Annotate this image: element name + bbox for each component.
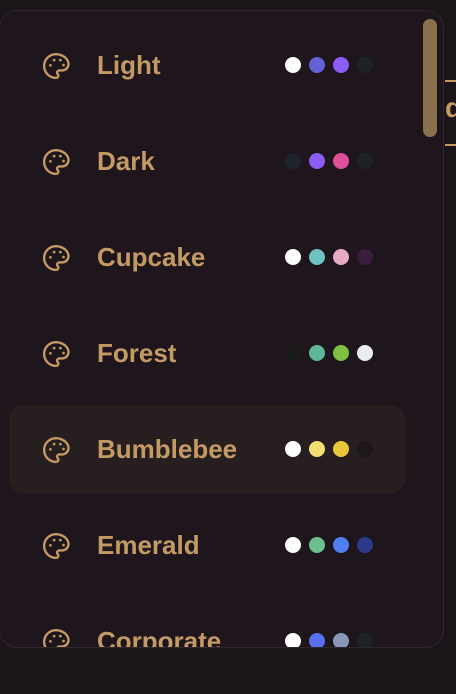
theme-option-dark[interactable]: Dark xyxy=(9,117,405,205)
color-swatch xyxy=(333,537,349,553)
palette-icon xyxy=(41,531,71,561)
color-swatch xyxy=(309,537,325,553)
theme-option-bumblebee[interactable]: Bumblebee xyxy=(9,405,405,493)
background-text: d xyxy=(445,94,456,122)
theme-option-label: Cupcake xyxy=(97,242,206,272)
scrollbar-thumb[interactable] xyxy=(423,19,437,137)
color-swatch xyxy=(285,345,301,361)
color-swatch xyxy=(333,345,349,361)
color-swatch xyxy=(309,249,325,265)
theme-option-label: Emerald xyxy=(97,530,200,560)
color-swatch xyxy=(357,153,373,169)
background-content: d xyxy=(445,80,456,146)
color-swatch xyxy=(357,57,373,73)
theme-option-label: Light xyxy=(97,50,161,80)
color-swatch xyxy=(333,153,349,169)
theme-option-label: Forest xyxy=(97,338,177,368)
palette-icon xyxy=(41,435,71,465)
palette-icon xyxy=(41,243,71,273)
palette-icon xyxy=(41,51,71,81)
theme-dropdown[interactable]: Light Dark Cupcake Forest Bumblebee Emerald Co… xyxy=(0,10,444,648)
color-swatch xyxy=(333,441,349,457)
color-swatch xyxy=(357,537,373,553)
color-swatch xyxy=(285,633,301,647)
palette-icon xyxy=(41,147,71,177)
background-footer xyxy=(0,650,456,694)
color-swatch xyxy=(333,249,349,265)
theme-option-light[interactable]: Light xyxy=(9,21,405,109)
theme-option-label: Dark xyxy=(97,146,155,176)
color-swatch xyxy=(333,633,349,647)
color-swatch xyxy=(309,153,325,169)
screen: d Light Dark Cupcake Forest Bumblebee Emerald… xyxy=(0,0,456,694)
color-swatch xyxy=(285,537,301,553)
color-swatch xyxy=(309,633,325,647)
color-swatch xyxy=(357,441,373,457)
color-swatch xyxy=(285,153,301,169)
palette-icon xyxy=(41,339,71,369)
theme-option-label: Corporate xyxy=(97,626,222,648)
theme-color-swatches xyxy=(285,345,381,361)
color-swatch xyxy=(285,249,301,265)
color-swatch xyxy=(309,57,325,73)
theme-option-cupcake[interactable]: Cupcake xyxy=(9,213,405,301)
theme-option-forest[interactable]: Forest xyxy=(9,309,405,397)
color-swatch xyxy=(333,57,349,73)
color-swatch xyxy=(285,441,301,457)
theme-color-swatches xyxy=(285,537,381,553)
theme-option-emerald[interactable]: Emerald xyxy=(9,501,405,589)
theme-color-swatches xyxy=(285,633,381,647)
color-swatch xyxy=(357,633,373,647)
color-swatch xyxy=(357,345,373,361)
theme-option-label: Bumblebee xyxy=(97,434,238,464)
color-swatch xyxy=(285,57,301,73)
theme-color-swatches xyxy=(285,249,381,265)
theme-color-swatches xyxy=(285,153,381,169)
color-swatch xyxy=(357,249,373,265)
theme-color-swatches xyxy=(285,57,381,73)
color-swatch xyxy=(309,441,325,457)
palette-icon xyxy=(41,627,71,647)
theme-option-corporate[interactable]: Corporate xyxy=(9,597,405,648)
theme-color-swatches xyxy=(285,441,381,457)
color-swatch xyxy=(309,345,325,361)
